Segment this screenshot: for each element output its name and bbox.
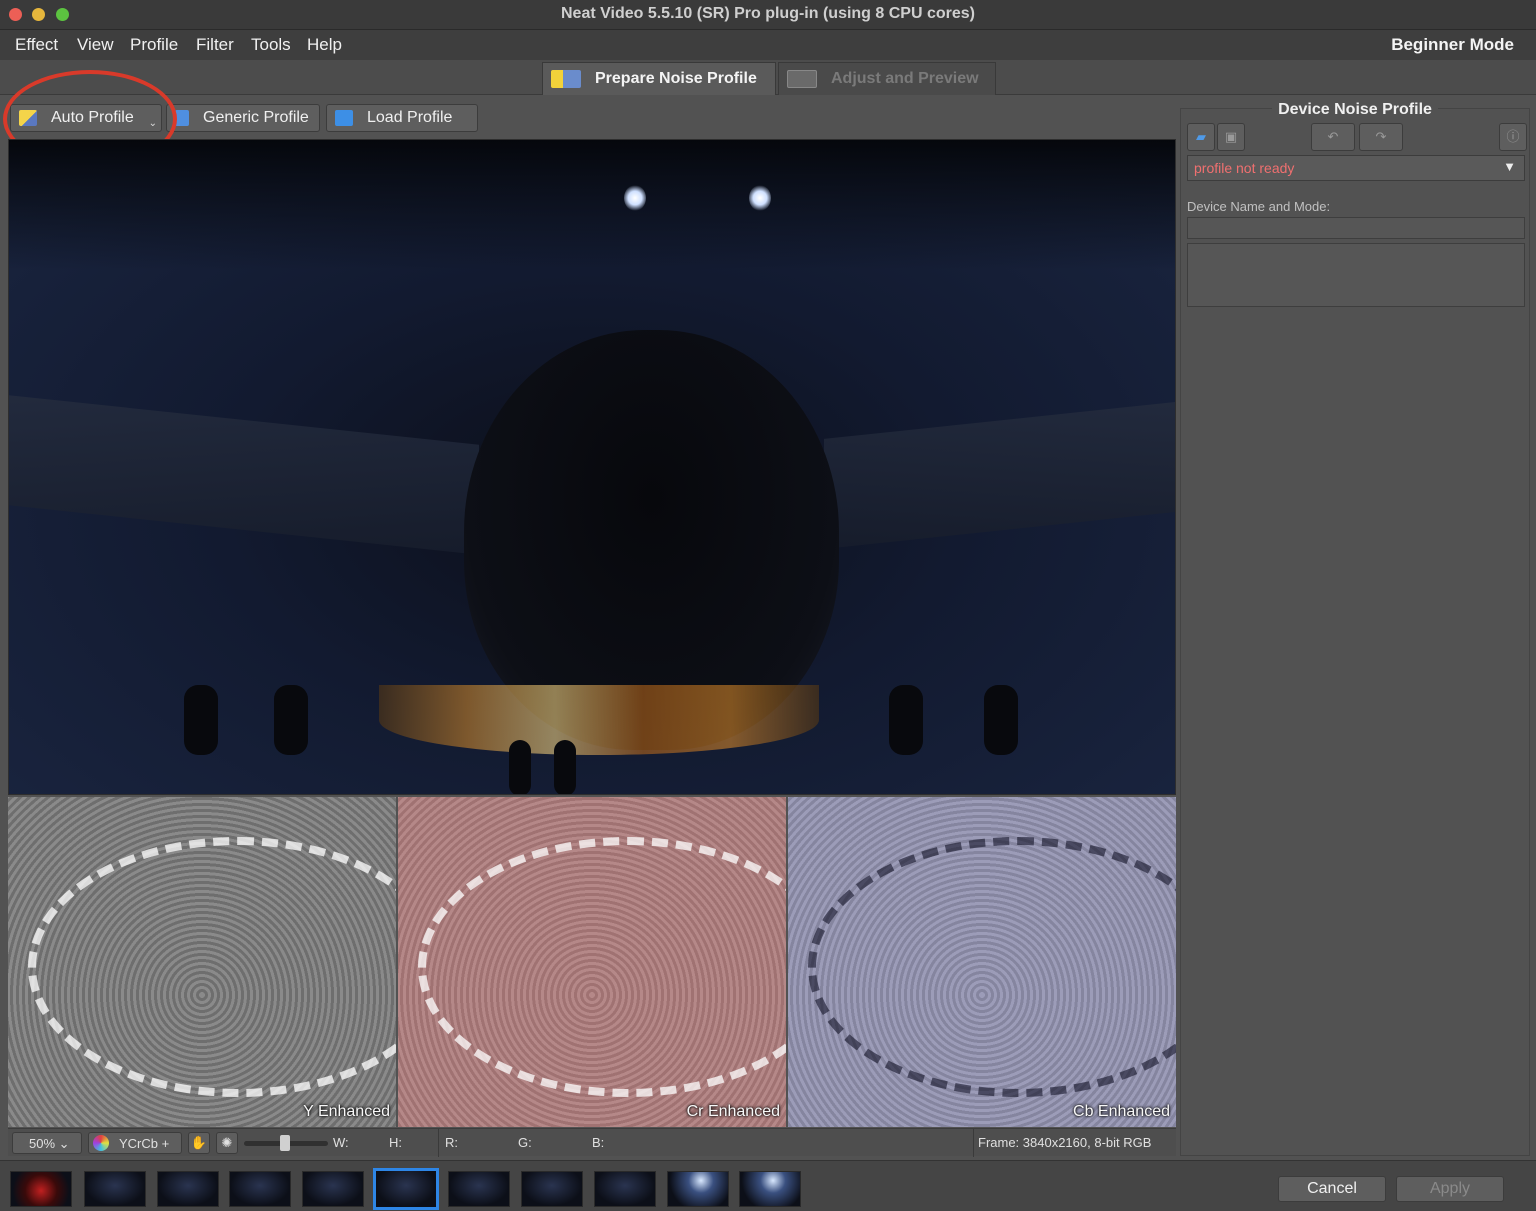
right-wing	[824, 401, 1175, 549]
floppy-icon[interactable]: ▣	[1217, 123, 1245, 151]
frame-thumbnail[interactable]	[448, 1171, 510, 1207]
chevron-down-icon: ▼	[1503, 159, 1516, 174]
frame-thumbnail[interactable]	[157, 1171, 219, 1207]
landing-gear-left-2	[274, 685, 308, 755]
load-profile-label: Load Profile	[367, 109, 453, 126]
tab-adjust-and-preview[interactable]: Adjust and Preview	[778, 62, 996, 95]
load-profile-button[interactable]: Load Profile	[326, 104, 478, 132]
menu-bar: Effect View Profile Filter Tools Help Be…	[0, 30, 1536, 60]
frame-thumbnail[interactable]	[739, 1171, 801, 1207]
undo-icon[interactable]: ↶	[1311, 123, 1355, 151]
brightness-slider-thumb[interactable]	[280, 1135, 290, 1151]
profile-status-select[interactable]: profile not ready ▼	[1187, 155, 1525, 181]
device-noise-profile-panel: Device Noise Profile ▰ ▣ ↶ ↷ ⓘ profile n…	[1180, 101, 1530, 1156]
device-name-label: Device Name and Mode:	[1187, 199, 1331, 214]
prepare-profile-icon	[551, 70, 581, 88]
color-mode-value: YCrCb +	[119, 1135, 170, 1151]
device-notes-area[interactable]	[1187, 243, 1525, 307]
channel-panels: Y Enhanced Cr Enhanced Cb Enhanced	[8, 797, 1176, 1127]
landing-gear-right	[889, 685, 923, 755]
viewer-status-bar: 50% ⌄ YCrCb + ✋ ✺ W: H: R: G: B: Frame: …	[8, 1128, 1176, 1157]
landing-gear-right-2	[984, 685, 1018, 755]
frame-thumbnail-selected[interactable]	[373, 1168, 439, 1210]
neat-video-window: Neat Video 5.5.10 (SR) Pro plug-in (usin…	[0, 0, 1536, 1211]
detail-arc	[808, 837, 1176, 1097]
frame-thumbnail[interactable]	[521, 1171, 583, 1207]
color-mode-select[interactable]: YCrCb +	[88, 1132, 182, 1154]
frame-thumbnail[interactable]	[594, 1171, 656, 1207]
generic-profile-label: Generic Profile	[203, 109, 309, 126]
menu-view[interactable]: View	[77, 35, 114, 55]
frame-thumbnail[interactable]	[84, 1171, 146, 1207]
nose-gear-wheel	[509, 740, 531, 794]
folder-open-icon[interactable]: ▰	[1187, 123, 1215, 151]
tab-label: Adjust and Preview	[831, 70, 979, 87]
detail-arc	[28, 837, 396, 1097]
frame-viewer[interactable]	[8, 139, 1176, 795]
folder-icon	[335, 110, 353, 126]
info-icon[interactable]: ⓘ	[1499, 123, 1527, 151]
profile-toolbar: Auto Profile ⌄ Generic Profile Load Prof…	[0, 96, 1180, 138]
tab-bar: Prepare Noise Profile Adjust and Preview	[0, 60, 1536, 95]
y-enhanced-label: Y Enhanced	[303, 1103, 390, 1120]
generic-profile-icon	[175, 110, 189, 126]
cb-enhanced-label: Cb Enhanced	[1073, 1103, 1170, 1120]
landing-gear-left	[184, 685, 218, 755]
cancel-button[interactable]: Cancel	[1278, 1176, 1386, 1202]
cb-enhanced-panel[interactable]: Cb Enhanced	[788, 797, 1176, 1127]
mode-indicator[interactable]: Beginner Mode	[1391, 35, 1514, 55]
device-name-field[interactable]	[1187, 217, 1525, 239]
cr-enhanced-panel[interactable]: Cr Enhanced	[398, 797, 786, 1127]
frame-info: Frame: 3840x2160, 8-bit RGB	[973, 1129, 1151, 1157]
menu-filter[interactable]: Filter	[196, 35, 234, 55]
profile-status-value: profile not ready	[1194, 160, 1295, 176]
zoom-value: 50%	[29, 1136, 56, 1151]
redo-icon[interactable]: ↷	[1359, 123, 1403, 151]
tab-prepare-noise-profile[interactable]: Prepare Noise Profile	[542, 62, 776, 95]
generic-profile-button[interactable]: Generic Profile	[166, 104, 320, 132]
menu-effect[interactable]: Effect	[15, 35, 58, 55]
window-title: Neat Video 5.5.10 (SR) Pro plug-in (usin…	[560, 5, 975, 22]
menu-help[interactable]: Help	[307, 35, 342, 55]
color-wheel-icon	[93, 1135, 109, 1151]
red-label: R:	[445, 1135, 458, 1150]
title-bar: Neat Video 5.5.10 (SR) Pro plug-in (usin…	[0, 0, 1536, 30]
frame-thumbnail[interactable]	[302, 1171, 364, 1207]
left-wing	[9, 395, 479, 555]
device-noise-profile-title: Device Noise Profile	[1181, 101, 1529, 119]
y-enhanced-panel[interactable]: Y Enhanced	[8, 797, 396, 1127]
apply-button[interactable]: Apply	[1396, 1176, 1504, 1202]
detail-arc	[418, 837, 786, 1097]
menu-profile[interactable]: Profile	[130, 35, 178, 55]
brightness-slider[interactable]	[244, 1135, 328, 1151]
cr-enhanced-label: Cr Enhanced	[686, 1103, 780, 1120]
sliders-icon	[787, 70, 817, 88]
landing-light-left	[624, 185, 646, 211]
viewer-shadow	[9, 140, 1175, 270]
green-label: G:	[518, 1135, 532, 1150]
frame-thumbnail[interactable]	[10, 1171, 72, 1207]
tab-label: Prepare Noise Profile	[595, 70, 757, 87]
status-separator	[438, 1129, 439, 1157]
sun-icon[interactable]: ✺	[216, 1132, 238, 1154]
blue-label: B:	[592, 1135, 605, 1150]
frame-thumbnail[interactable]	[229, 1171, 291, 1207]
aircraft-lights-glow	[379, 685, 819, 755]
menu-tools[interactable]: Tools	[251, 35, 291, 55]
hand-icon[interactable]: ✋	[188, 1132, 210, 1154]
nose-gear-wheel-2	[554, 740, 576, 794]
zoom-select[interactable]: 50% ⌄	[12, 1132, 82, 1154]
landing-light-right	[749, 185, 771, 211]
width-label: W:	[333, 1135, 349, 1150]
bottom-bar: Cancel Apply	[0, 1160, 1536, 1211]
frame-thumbnail[interactable]	[667, 1171, 729, 1207]
height-label: H:	[389, 1135, 402, 1150]
